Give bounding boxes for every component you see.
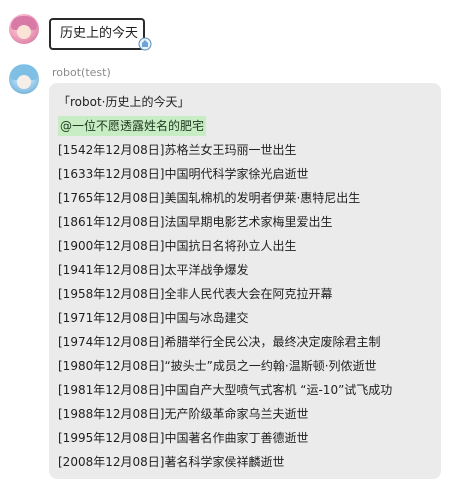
event-line: [1542年12月08日]苏格兰女王玛丽一世出生 <box>58 143 297 157</box>
event-line: [1633年12月08日]中国明代科学家徐光启逝世 <box>58 167 309 181</box>
event-line: [1900年12月08日]中国抗日名将孙立人出生 <box>58 239 297 253</box>
avatar-face <box>17 25 31 39</box>
member-badge-icon <box>138 37 152 51</box>
event-line: [1958年12月08日]全非人民代表大会在阿克拉开幕 <box>58 287 333 301</box>
event-line: [1988年12月08日]无产阶级革命家乌兰夫逝世 <box>58 407 309 421</box>
bot-message-bubble: 「robot·历史上的今天」 @一位不愿透露姓名的肥宅 [1542年12月08日… <box>49 83 441 479</box>
user-message-bubble: 历史上的今天 <box>49 18 145 50</box>
event-line: [2008年12月08日]著名科学家侯祥麟逝世 <box>58 455 285 469</box>
mention-line: @一位不愿透露姓名的肥宅 <box>58 115 441 139</box>
event-line: [1974年12月08日]希腊举行全民公决，最终决定废除君主制 <box>58 335 381 349</box>
event-line: [1980年12月08日]“披头士”成员之一约翰·温斯顿·列侬逝世 <box>58 359 377 373</box>
event-line: [1971年12月08日]中国与冰岛建交 <box>58 311 249 325</box>
avatar-face <box>17 75 31 89</box>
message-title: 「robot·历史上的今天」 <box>58 95 190 109</box>
event-line: [1995年12月08日]中国著名作曲家丁善德逝世 <box>58 431 309 445</box>
user-mention[interactable]: @一位不愿透露姓名的肥宅 <box>58 116 207 136</box>
event-line: [1765年12月08日]美国轧棉机的发明者伊莱·惠特尼出生 <box>58 191 361 205</box>
sender-name: robot(test) <box>52 66 111 79</box>
chat-view: 历史上的今天 robot(test) 「robot·历史上的今天」 @一位不愿透… <box>0 0 454 489</box>
user-avatar[interactable] <box>9 14 39 44</box>
event-line: [1981年12月08日]中国自产大型喷气式客机 “运-10”试飞成功 <box>58 383 393 397</box>
user-message-text: 历史上的今天 <box>60 26 139 41</box>
event-line: [1941年12月08日]太平洋战争爆发 <box>58 263 249 277</box>
bot-avatar[interactable] <box>9 64 39 94</box>
event-line: [1861年12月08日]法国早期电影艺术家梅里爱出生 <box>58 215 333 229</box>
